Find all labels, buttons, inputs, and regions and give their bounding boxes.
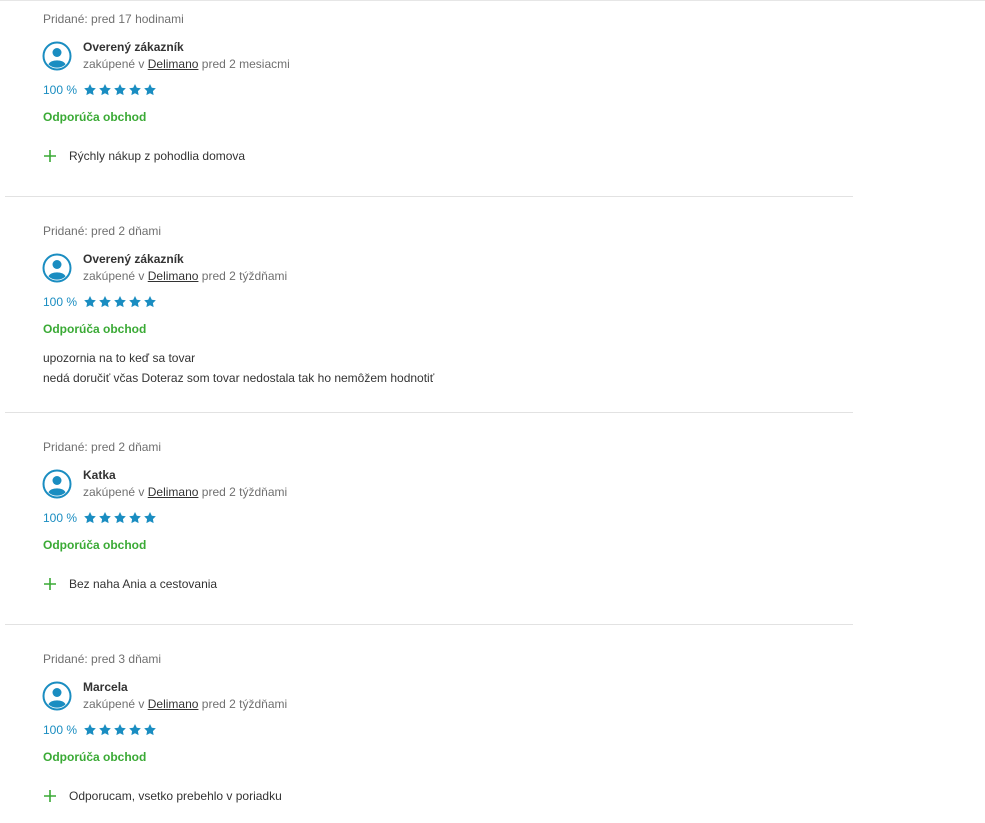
recommend-label: Odporúča obchod — [43, 110, 147, 124]
review-date: Pridané: pred 17 hodinami — [43, 12, 184, 26]
pro-item: Odporucam, vsetko prebehlo v poriadku — [43, 788, 282, 804]
rating-percent: 100 % — [43, 83, 78, 97]
review-date: Pridané: pred 3 dňami — [43, 652, 162, 666]
pro-text: Rýchly nákup z pohodlia domova — [69, 149, 246, 163]
star-icon — [114, 296, 126, 308]
review-date: Pridané: pred 2 dňami — [43, 440, 162, 454]
star-rating — [83, 295, 157, 309]
recommend-label: Odporúča obchod — [43, 750, 147, 764]
star-icon — [84, 296, 96, 308]
star-icon — [114, 84, 126, 96]
star-icon — [84, 724, 96, 736]
pro-text: Bez naha Ania a cestovania — [69, 577, 218, 591]
user-avatar-icon — [42, 469, 72, 499]
purchase-time: pred 2 týždňami — [201, 485, 288, 499]
purchase-prefix: zakúpené v — [83, 57, 145, 71]
user-avatar-icon — [42, 41, 72, 71]
reviewer-name: Katka — [83, 468, 116, 482]
star-icon — [99, 724, 111, 736]
rating: 100 % — [43, 510, 157, 526]
purchase-time: pred 2 týždňami — [201, 697, 288, 711]
star-icon — [84, 84, 96, 96]
purchase-info: zakúpené v Delimano pred 2 týždňami — [83, 697, 287, 711]
reviewer-name: Overený zákazník — [83, 40, 184, 54]
recommend-label: Odporúča obchod — [43, 322, 147, 336]
star-rating — [83, 723, 157, 737]
top-divider — [0, 0, 985, 1]
star-icon — [144, 724, 156, 736]
shop-link[interactable]: Delimano — [148, 485, 199, 499]
reviewer-name: Marcela — [83, 680, 128, 694]
star-rating — [83, 83, 157, 97]
star-icon — [129, 512, 141, 524]
star-icon — [99, 512, 111, 524]
shop-link[interactable]: Delimano — [148, 697, 199, 711]
rating: 100 % — [43, 82, 157, 98]
star-icon — [114, 724, 126, 736]
review-divider — [5, 624, 853, 625]
review-divider — [5, 412, 853, 413]
purchase-info: zakúpené v Delimano pred 2 týždňami — [83, 269, 287, 283]
pro-text: Odporucam, vsetko prebehlo v poriadku — [69, 789, 282, 803]
purchase-info: zakúpené v Delimano pred 2 mesiacmi — [83, 57, 290, 71]
user-avatar-icon — [42, 253, 72, 283]
purchase-prefix: zakúpené v — [83, 269, 145, 283]
purchase-prefix: zakúpené v — [83, 485, 145, 499]
star-icon — [129, 724, 141, 736]
review-divider — [5, 196, 853, 197]
star-icon — [129, 296, 141, 308]
plus-icon — [44, 790, 56, 802]
recommend-label: Odporúča obchod — [43, 538, 147, 552]
star-icon — [144, 296, 156, 308]
star-icon — [99, 296, 111, 308]
purchase-info: zakúpené v Delimano pred 2 týždňami — [83, 485, 287, 499]
user-avatar-icon — [42, 681, 72, 711]
star-icon — [144, 84, 156, 96]
rating: 100 % — [43, 294, 157, 310]
review-date: Pridané: pred 2 dňami — [43, 224, 162, 238]
pro-item: Bez naha Ania a cestovania — [43, 576, 217, 592]
comment-line: upozornia na to keď sa tovar — [43, 351, 196, 365]
purchase-time: pred 2 týždňami — [201, 269, 288, 283]
shop-link[interactable]: Delimano — [148, 57, 199, 71]
rating-percent: 100 % — [43, 723, 78, 737]
plus-icon — [44, 578, 56, 590]
star-icon — [84, 512, 96, 524]
star-rating — [83, 511, 157, 525]
star-icon — [144, 512, 156, 524]
plus-icon — [44, 150, 56, 162]
pro-item: Rýchly nákup z pohodlia domova — [43, 148, 245, 164]
star-icon — [114, 512, 126, 524]
reviewer-name: Overený zákazník — [83, 252, 184, 266]
shop-link[interactable]: Delimano — [148, 269, 199, 283]
comment-line: nedá doručiť včas Doteraz som tovar nedo… — [43, 371, 435, 385]
purchase-time: pred 2 mesiacmi — [201, 57, 290, 71]
star-icon — [129, 84, 141, 96]
rating-percent: 100 % — [43, 295, 78, 309]
rating-percent: 100 % — [43, 511, 78, 525]
rating: 100 % — [43, 722, 157, 738]
purchase-prefix: zakúpené v — [83, 697, 145, 711]
review-comment: upozornia na to keď sa tovar nedá doruči… — [43, 348, 434, 388]
star-icon — [99, 84, 111, 96]
